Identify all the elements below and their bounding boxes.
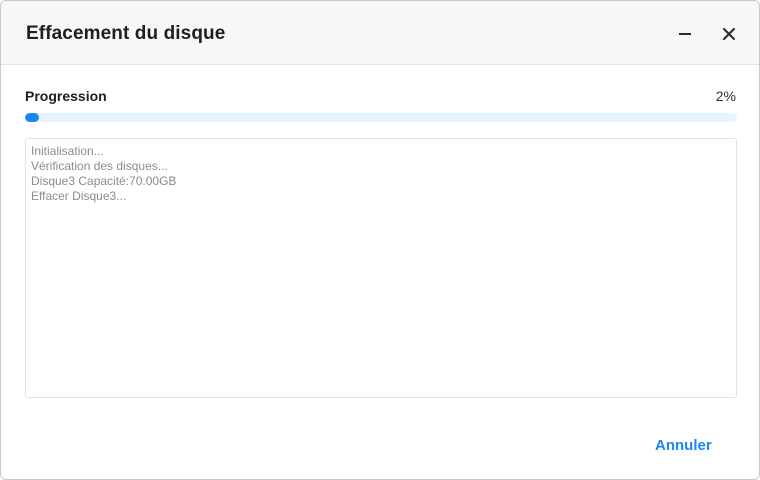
log-line: Initialisation... (31, 144, 104, 158)
minimize-button[interactable] (672, 21, 698, 47)
progress-bar-fill (25, 113, 40, 122)
close-button[interactable] (716, 21, 742, 47)
log-line: Effacer Disque3... (31, 189, 127, 203)
erase-disk-dialog: Effacement du disque Progression 2% Init… (0, 0, 760, 480)
progress-bar (25, 113, 737, 122)
log-output[interactable]: Initialisation... Vérification des disque… (25, 138, 737, 398)
progress-percent: 2% (715, 88, 736, 104)
cancel-button[interactable]: Annuler (655, 437, 712, 454)
log-line: Disque3 Capacité:70.00GB (31, 174, 177, 188)
close-icon (723, 28, 735, 40)
title-bar: Effacement du disque (1, 1, 759, 65)
minimize-icon (679, 33, 691, 35)
progress-label: Progression (25, 88, 107, 104)
dialog-title: Effacement du disque (26, 23, 226, 44)
log-line: Vérification des disques... (31, 159, 168, 173)
